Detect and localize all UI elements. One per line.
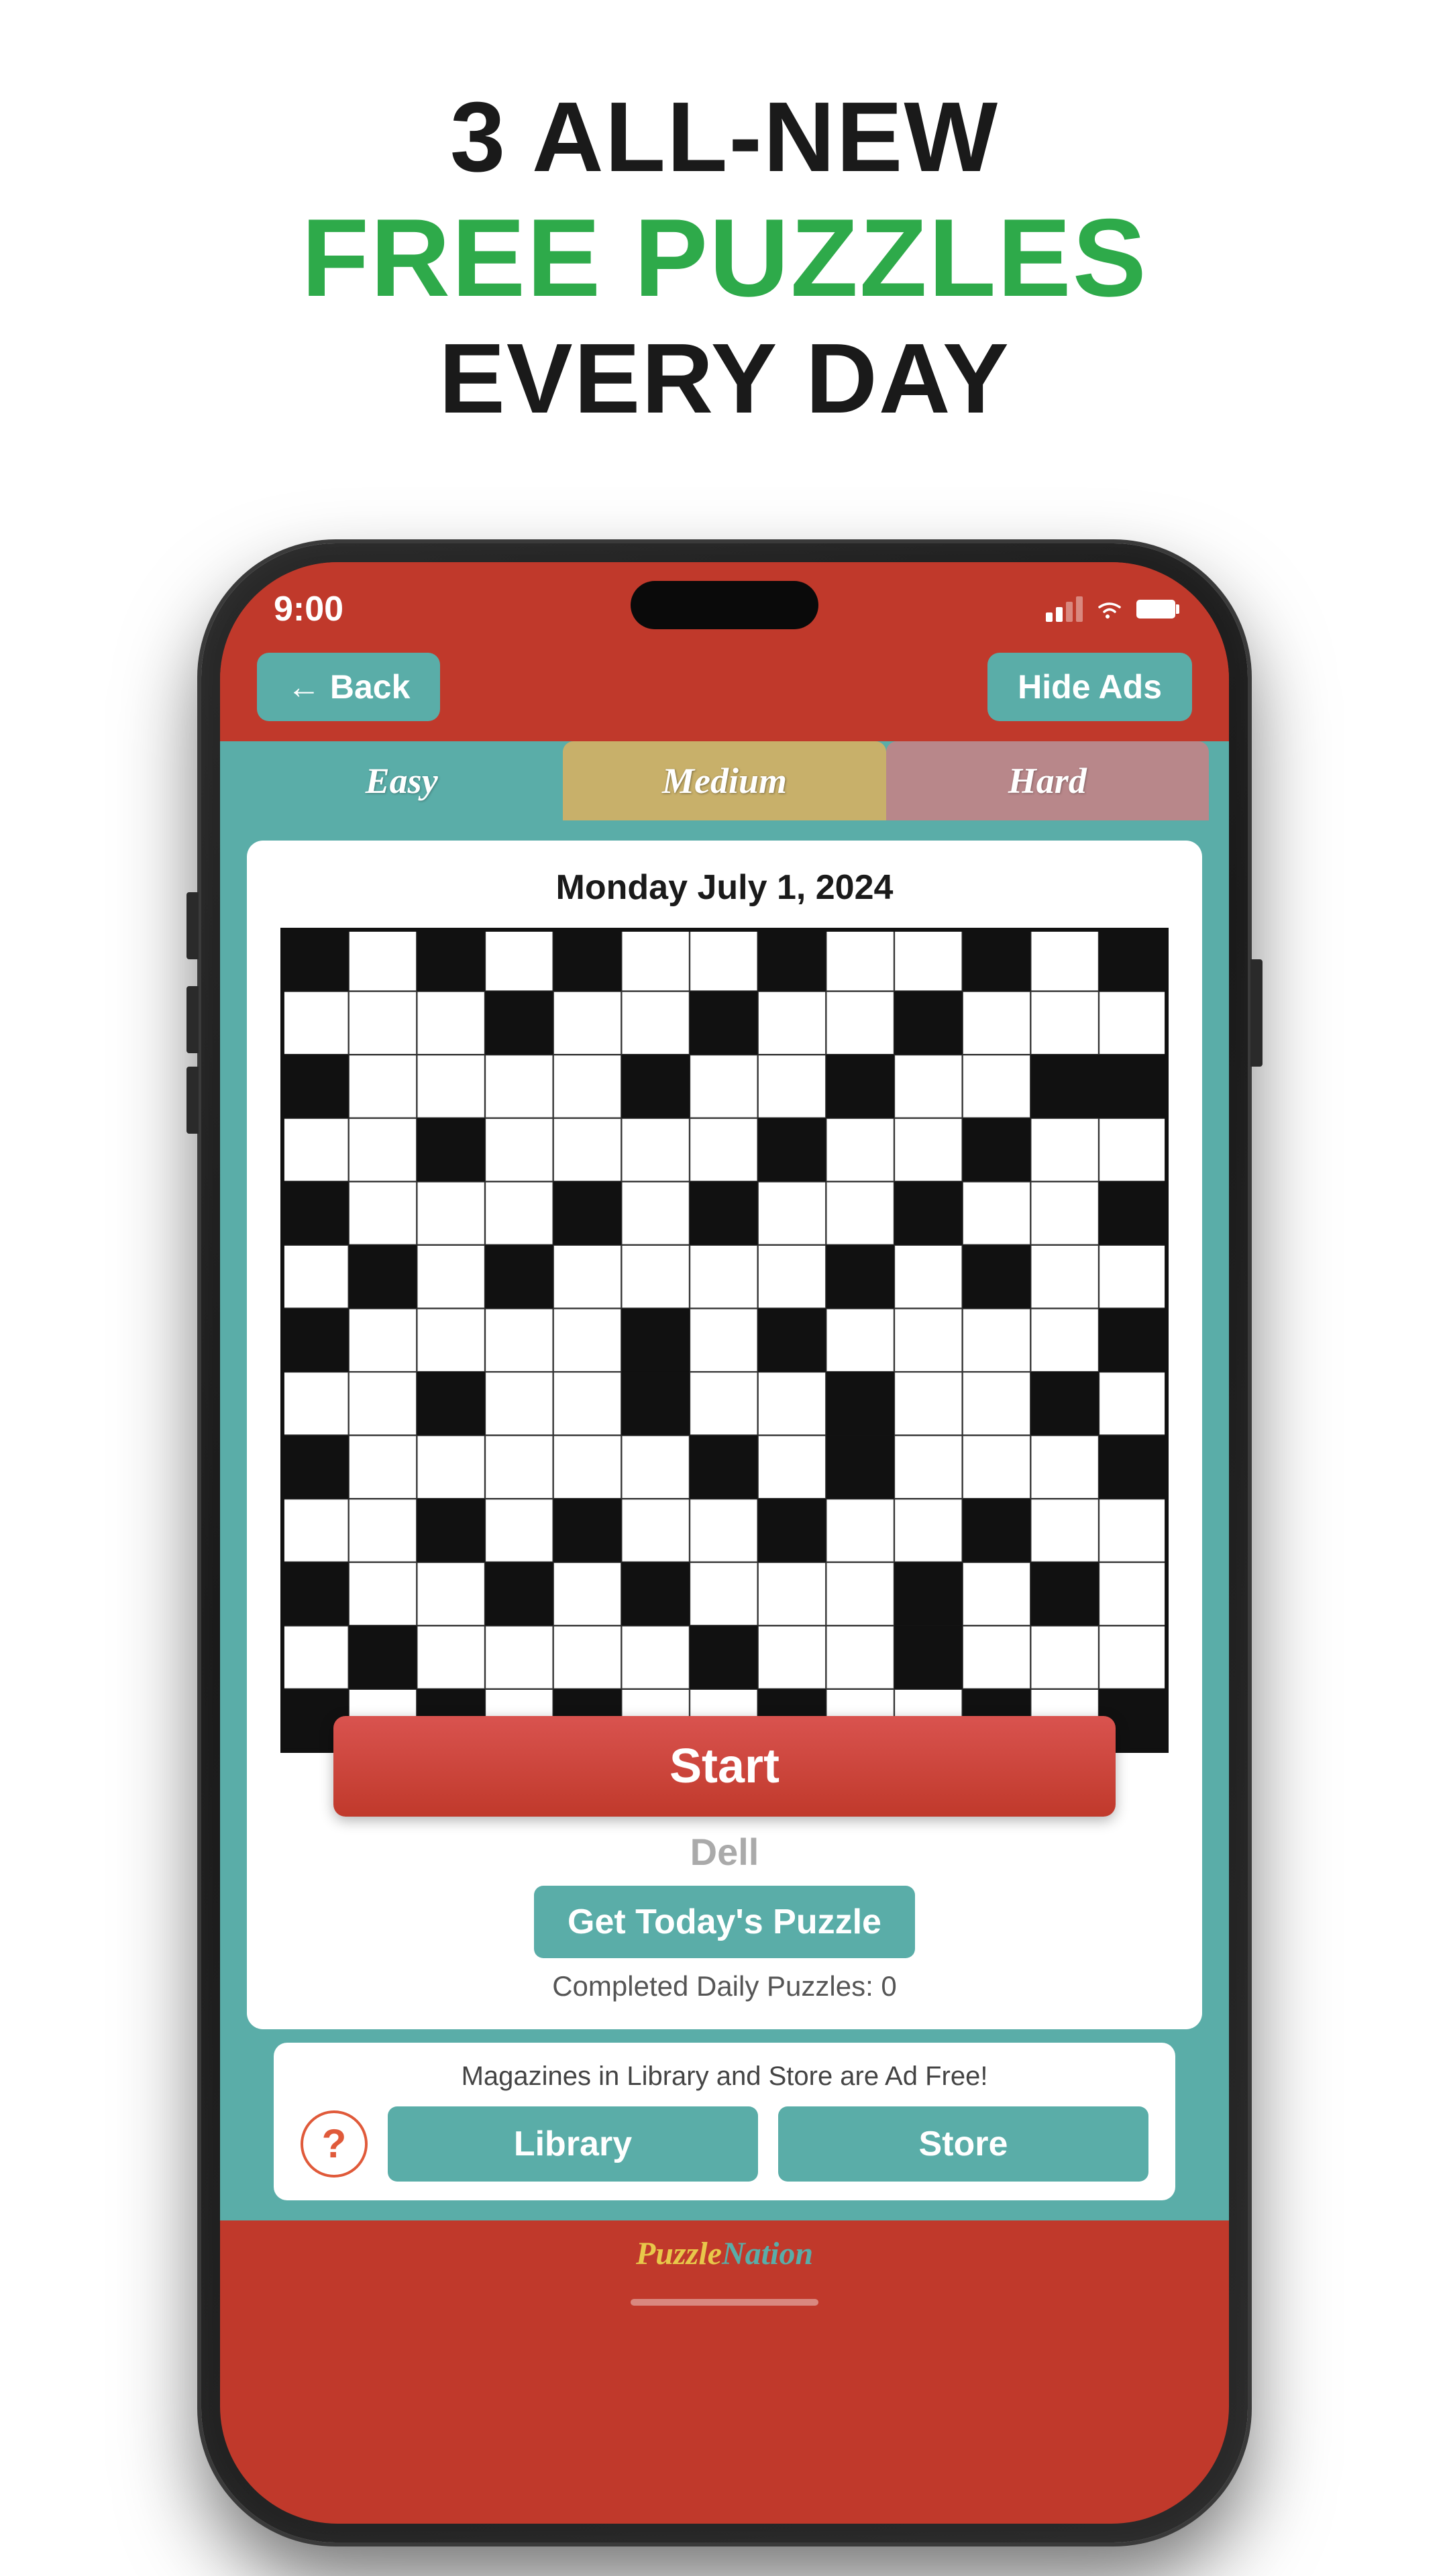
bottom-section: Magazines in Library and Store are Ad Fr… (274, 2043, 1175, 2200)
crossword-grid (280, 928, 1169, 1756)
puzzle-date: Monday July 1, 2024 (280, 867, 1169, 908)
status-time: 9:00 (274, 589, 343, 629)
puzzle-nation-logo: PuzzleNation (235, 2235, 1214, 2272)
headline-line1: 3 ALL-NEW (301, 80, 1148, 195)
store-button[interactable]: Store (778, 2106, 1148, 2182)
battery-icon (1136, 600, 1175, 619)
phone-screen: 9:00 ← (220, 562, 1229, 2524)
help-button[interactable]: ? (301, 2110, 368, 2178)
dynamic-island (631, 581, 818, 629)
start-button[interactable]: Start (333, 1716, 1115, 1817)
bottom-buttons: ? Library Store (301, 2106, 1148, 2182)
get-today-puzzle-button[interactable]: Get Today's Puzzle (534, 1886, 915, 1958)
headline-area: 3 ALL-NEW FREE PUZZLES EVERY DAY (301, 80, 1148, 436)
main-content: Monday July 1, 2024 (220, 820, 1229, 2220)
tab-hard[interactable]: Hard (886, 741, 1209, 820)
ad-free-text: Magazines in Library and Store are Ad Fr… (301, 2061, 1148, 2092)
difficulty-tabs: Easy Medium Hard (220, 741, 1229, 820)
hide-ads-button[interactable]: Hide Ads (987, 653, 1192, 721)
headline-line2: FREE PUZZLES (301, 195, 1148, 322)
phone-shell: 9:00 ← (201, 543, 1248, 2542)
status-icons (1046, 596, 1175, 622)
completed-count: Completed Daily Puzzles: 0 (280, 1970, 1169, 2002)
home-indicator (220, 2287, 1229, 2318)
app-footer: PuzzleNation (220, 2220, 1229, 2287)
signal-icon (1046, 596, 1083, 622)
nav-bar: ← Back Hide Ads (220, 636, 1229, 741)
headline-line3: EVERY DAY (301, 322, 1148, 436)
home-bar (631, 2299, 818, 2306)
back-button[interactable]: ← Back (257, 653, 440, 721)
tab-easy[interactable]: Easy (240, 741, 563, 820)
wifi-icon (1095, 598, 1124, 621)
library-button[interactable]: Library (388, 2106, 758, 2182)
puzzle-card: Monday July 1, 2024 (247, 841, 1202, 2029)
phone-mockup: 9:00 ← (201, 543, 1248, 2542)
publisher-label: Dell (280, 1830, 1169, 1874)
crossword-svg (280, 928, 1169, 1752)
tab-medium[interactable]: Medium (563, 741, 885, 820)
